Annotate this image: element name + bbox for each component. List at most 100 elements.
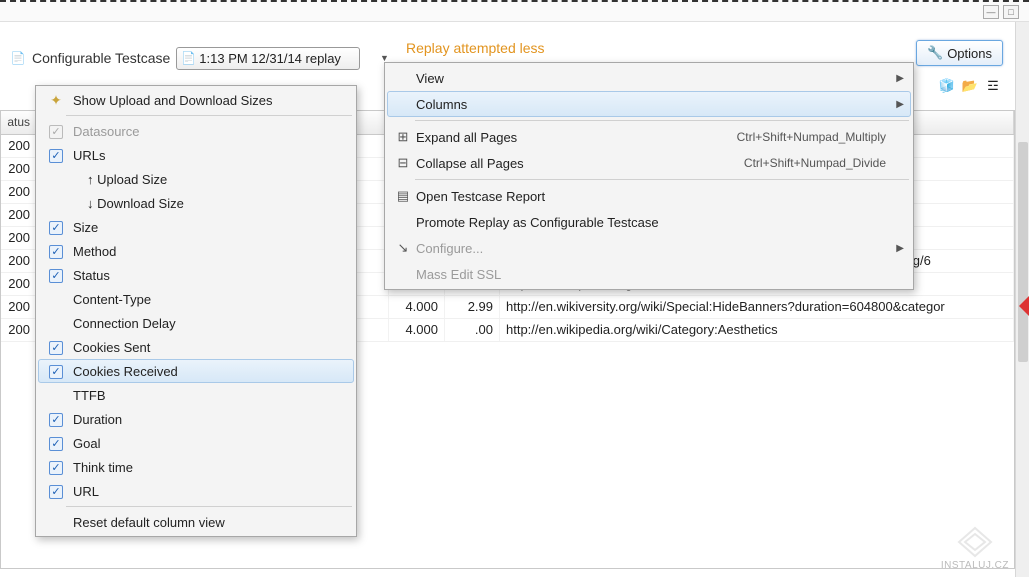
- checkbox-icon: ✓: [41, 123, 71, 139]
- cell-status: 200: [1, 273, 37, 295]
- cell-status: 200: [1, 135, 37, 157]
- checkbox-icon: ✓: [41, 339, 71, 355]
- column-toggle-method[interactable]: ✓Method: [38, 239, 354, 263]
- menu-item-collapse-all-pages[interactable]: ⊟Collapse all PagesCtrl+Shift+Numpad_Div…: [387, 150, 911, 176]
- menu-item-label: Datasource: [71, 124, 329, 139]
- column-status[interactable]: atus: [1, 111, 37, 134]
- column-toggle-status[interactable]: ✓Status: [38, 263, 354, 287]
- menu-item-label: Goal: [71, 436, 329, 451]
- column-toggle-duration[interactable]: ✓Duration: [38, 407, 354, 431]
- menu-separator: [66, 115, 352, 116]
- secondary-toolbar: 🧊 📂 ☲: [937, 76, 1003, 96]
- checkbox-icon: [41, 514, 71, 531]
- options-button-label: Options: [947, 46, 992, 61]
- menu-item-label: ↓ Download Size: [71, 196, 329, 211]
- checkbox-icon: ✓: [41, 363, 71, 379]
- cell-d: .00: [445, 319, 500, 341]
- checkbox-icon: [41, 315, 71, 332]
- menu-accelerator: Ctrl+Shift+Numpad_Multiply: [737, 130, 886, 144]
- checkbox-icon: [41, 195, 71, 212]
- cell-status: 200: [1, 158, 37, 180]
- cell-status: 200: [1, 250, 37, 272]
- checkbox-icon: [41, 387, 71, 404]
- checkbox-icon: ✓: [41, 147, 71, 163]
- checkbox-icon: ✓: [41, 411, 71, 427]
- column-toggle-datasource: ✓Datasource: [38, 119, 354, 143]
- column-toggle--download-size[interactable]: ↓ Download Size: [38, 191, 354, 215]
- cell-url: http://en.wikiversity.org/wiki/Special:H…: [500, 296, 1014, 318]
- column-toggle-urls[interactable]: ✓URLs: [38, 143, 354, 167]
- column-toggle--upload-size[interactable]: ↑ Upload Size: [38, 167, 354, 191]
- cell-c: 4.000: [389, 296, 445, 318]
- menu-item-label: Columns: [416, 97, 886, 112]
- column-toggle-think-time[interactable]: ✓Think time: [38, 455, 354, 479]
- menu-item-label: Reset default column view: [71, 515, 329, 530]
- context-menu-columns: ✦Show Upload and Download Sizes✓Datasour…: [35, 85, 357, 537]
- menu-accelerator: Ctrl+Shift+Numpad_Divide: [744, 156, 886, 170]
- checkbox-icon: ✓: [41, 243, 71, 259]
- column-toggle-ttfb[interactable]: TTFB: [38, 383, 354, 407]
- config-icon: ↘: [390, 240, 416, 256]
- cell-status: 200: [1, 227, 37, 249]
- menu-item-label: Method: [71, 244, 329, 259]
- menu-item-label: Cookies Received: [71, 364, 329, 379]
- menu-item-columns[interactable]: Columns▶: [387, 91, 911, 117]
- column-toggle-cookies-received[interactable]: ✓Cookies Received: [38, 359, 354, 383]
- menu-separator: [66, 506, 352, 507]
- replay-status-message: Replay attempted less: [406, 40, 545, 56]
- menu-item-label: Cookies Sent: [71, 340, 329, 355]
- menu-item-label: Content-Type: [71, 292, 329, 307]
- checkbox-icon: ✓: [41, 483, 71, 499]
- maximize-button[interactable]: □: [1003, 5, 1019, 19]
- menu-item-mass-edit-ssl: Mass Edit SSL: [387, 261, 911, 287]
- menu-separator: [415, 120, 909, 121]
- menu-item-view[interactable]: View▶: [387, 65, 911, 91]
- checkbox-icon: ✓: [41, 459, 71, 475]
- column-toggle-cookies-sent[interactable]: ✓Cookies Sent: [38, 335, 354, 359]
- context-menu-main: View▶Columns▶⊞Expand all PagesCtrl+Shift…: [384, 62, 914, 290]
- minimize-button[interactable]: —: [983, 5, 999, 19]
- submenu-arrow-icon: ▶: [896, 73, 904, 84]
- checkbox-icon: ✓: [41, 219, 71, 235]
- menu-item-label: Configure...: [416, 241, 886, 256]
- column-toggle-reset-default-column-view[interactable]: Reset default column view: [38, 510, 354, 534]
- menu-item-label: Status: [71, 268, 329, 283]
- column-toggle-url[interactable]: ✓URL: [38, 479, 354, 503]
- menu-item-label: URLs: [71, 148, 329, 163]
- column-toggle-show-upload-and-download-sizes[interactable]: ✦Show Upload and Download Sizes: [38, 88, 354, 112]
- cell-status: 200: [1, 204, 37, 226]
- scrollbar-thumb[interactable]: [1018, 142, 1028, 362]
- cell-d: 2.99: [445, 296, 500, 318]
- wrench-icon: 🔧: [927, 45, 943, 61]
- menu-item-open-testcase-report[interactable]: ▤Open Testcase Report: [387, 183, 911, 209]
- checkbox-icon: [41, 291, 71, 308]
- menu-item-label: Think time: [71, 460, 329, 475]
- submenu-arrow-icon: ▶: [896, 243, 904, 254]
- window-titlebar: — □: [0, 0, 1029, 22]
- list-icon[interactable]: ☲: [983, 76, 1003, 96]
- menu-item-promote-replay-as-configurable-testcase[interactable]: Promote Replay as Configurable Testcase: [387, 209, 911, 235]
- column-toggle-goal[interactable]: ✓Goal: [38, 431, 354, 455]
- options-button[interactable]: 🔧 Options: [916, 40, 1003, 66]
- toolbar-icon-1[interactable]: 🧊: [937, 76, 957, 96]
- menu-item-expand-all-pages[interactable]: ⊞Expand all PagesCtrl+Shift+Numpad_Multi…: [387, 124, 911, 150]
- gear-icon: ✦: [41, 92, 71, 109]
- column-toggle-size[interactable]: ✓Size: [38, 215, 354, 239]
- replay-dropdown[interactable]: 📄 1:13 PM 12/31/14 replay: [176, 47, 360, 70]
- folder-open-icon[interactable]: 📂: [960, 76, 980, 96]
- report-icon: ▤: [390, 188, 416, 204]
- checkbox-icon: ✓: [41, 267, 71, 283]
- watermark: INSTALUJ.CZ: [941, 524, 1009, 571]
- menu-item-label: URL: [71, 484, 329, 499]
- menu-item-label: Size: [71, 220, 329, 235]
- cell-url: http://en.wikipedia.org/wiki/Category:Ae…: [500, 319, 1014, 341]
- checkbox-icon: [41, 171, 71, 188]
- column-toggle-content-type[interactable]: Content-Type: [38, 287, 354, 311]
- menu-item-label: Show Upload and Download Sizes: [71, 93, 329, 108]
- cell-status: 200: [1, 296, 37, 318]
- cell-status: 200: [1, 319, 37, 341]
- column-toggle-connection-delay[interactable]: Connection Delay: [38, 311, 354, 335]
- cell-status: 200: [1, 181, 37, 203]
- cell-c: 4.000: [389, 319, 445, 341]
- tab-configurable-testcase[interactable]: Configurable Testcase: [32, 50, 170, 66]
